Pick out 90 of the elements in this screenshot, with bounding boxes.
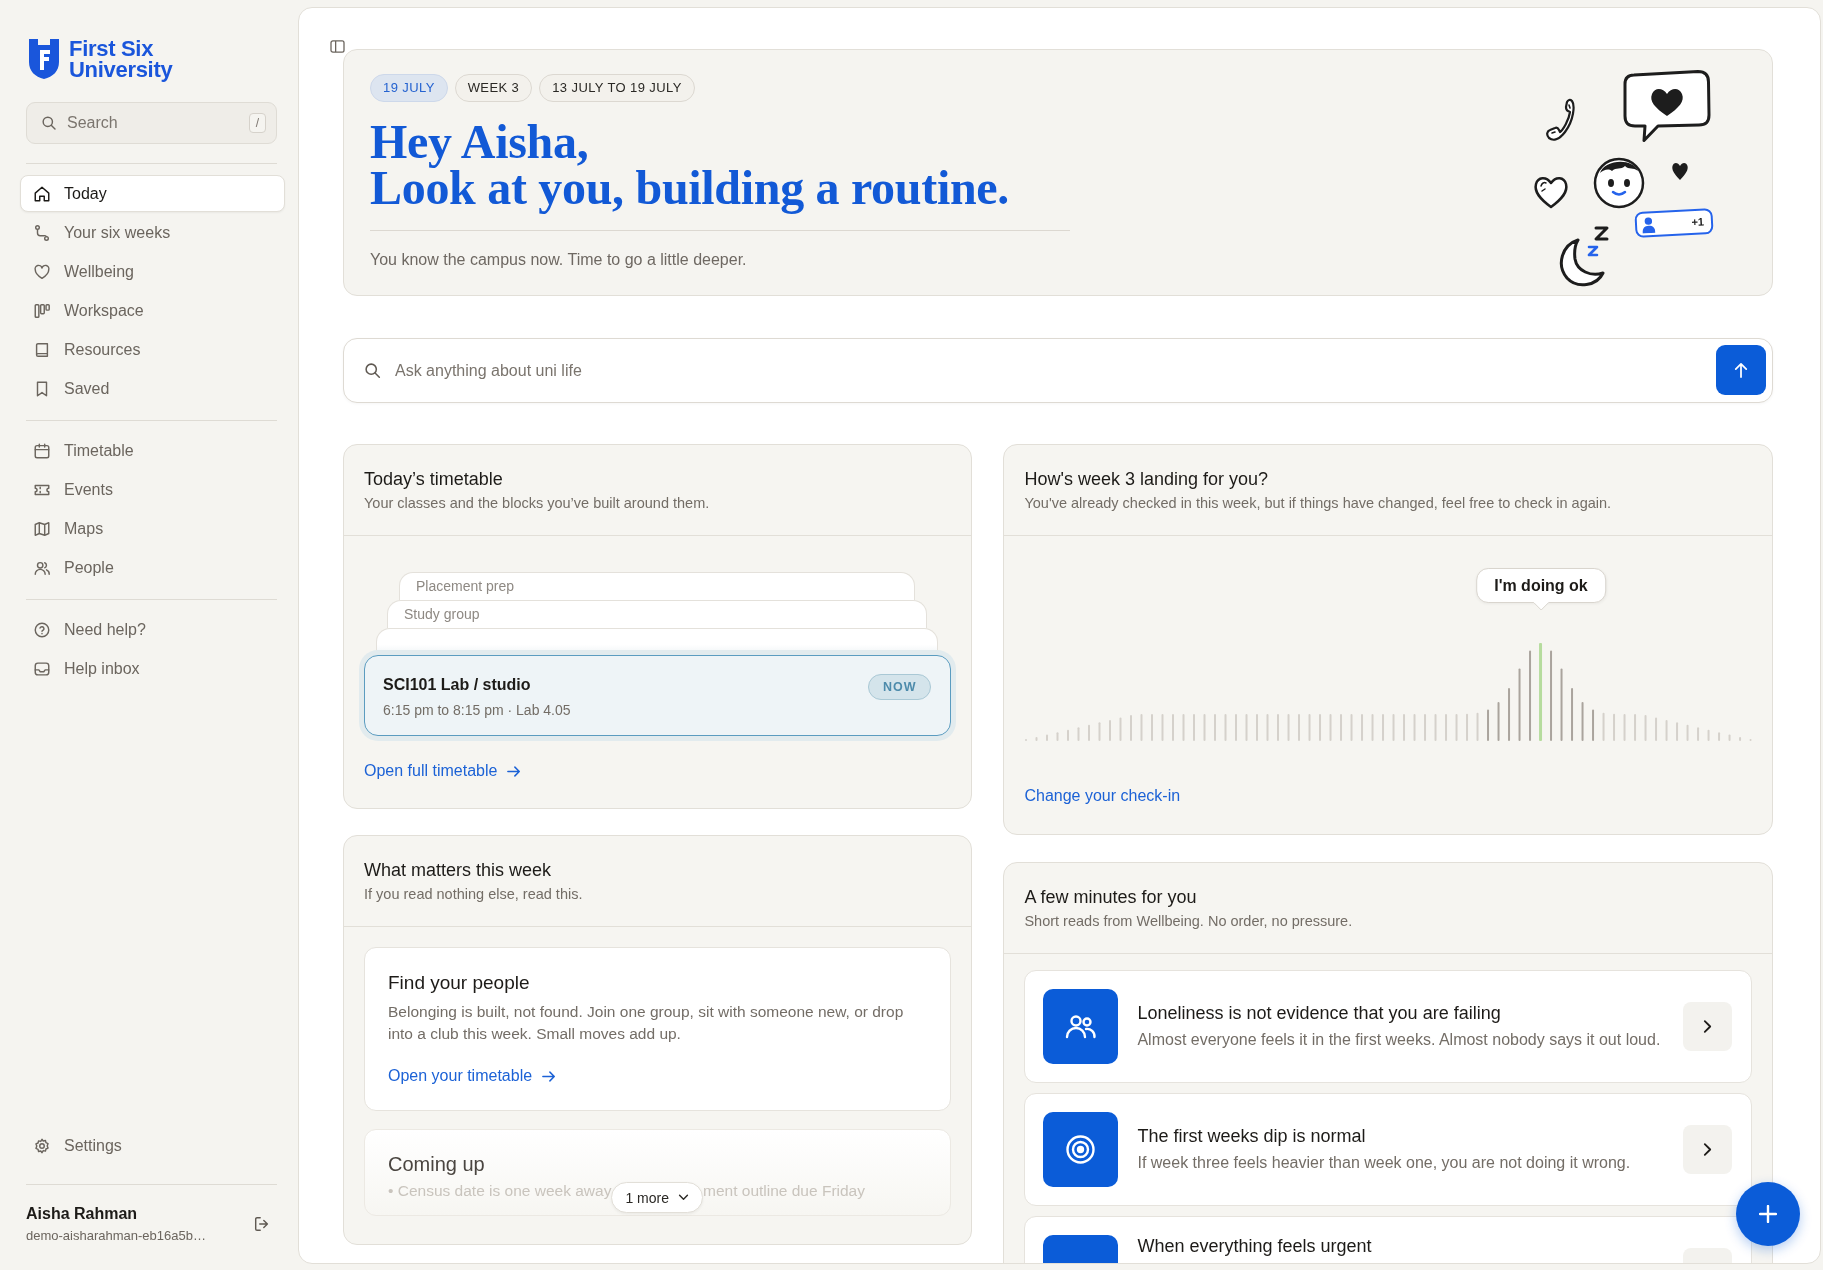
route-icon [33,223,51,242]
nav-item[interactable]: Workspace [20,292,285,329]
sticker-text: +1 [1691,214,1705,230]
mood-slider-track[interactable] [1024,641,1752,741]
card-subtitle: Your classes and the blocks you’ve built around them. [364,494,711,513]
card-subtitle: Short reads from Wellbeing. No order, no pressure. [1024,912,1354,931]
add-button[interactable] [1736,1182,1800,1246]
nav-item[interactable]: People [20,549,285,586]
shield-logo-icon [28,38,60,80]
stacked-event-card[interactable]: Placement prep [399,572,916,600]
nav-item[interactable]: Events [20,471,285,508]
user-email: demo-aisharahman-eb16a5b… [26,1227,206,1245]
inbox-icon [33,659,51,678]
arrow-right-icon [542,1070,557,1082]
mood-slider-thumb[interactable] [1539,643,1543,741]
calendar-icon [33,441,51,460]
coming-up-item: ment outline due Friday [703,1181,865,1201]
people-icon [1043,989,1119,1064]
stacked-event-card[interactable]: Study group [387,600,928,628]
article-title: Loneliness is not evidence that you are failing [1137,1002,1502,1025]
nav-item[interactable]: Maps [20,510,285,547]
card-title: What matters this week [364,859,553,882]
nav-item[interactable]: Today [20,175,285,212]
nav-item[interactable]: Help inbox [20,650,285,687]
open-your-timetable-link[interactable]: Open your timetable [388,1065,557,1087]
university-wordmark: First Six University [69,38,174,80]
nav-item[interactable]: Resources [20,331,285,368]
open-article-button[interactable] [1683,1002,1732,1051]
sidebar-toggle-icon[interactable] [330,40,345,53]
book-icon [33,340,51,359]
columns-icon [33,301,51,320]
ask-field[interactable]: Ask anything about uni life [343,338,1773,403]
open-timetable-link[interactable]: Open full timetable [364,760,522,782]
card-title: A few minutes for you [1024,886,1198,909]
chevron-down-icon [678,1194,689,1201]
plus-icon [1759,1205,1777,1223]
open-article-button[interactable] [1683,1125,1732,1174]
event-title: Study group [404,606,481,623]
send-button[interactable] [1716,345,1766,395]
tooltip-pointer-icon [1532,602,1549,610]
speech-bubble-heart-icon [1622,69,1712,143]
event-details: 6:15 pm to 8:15 pm · Lab 4.05 [383,701,571,720]
coming-up-title: Coming up [388,1152,486,1176]
chevron-right-icon [1703,1142,1712,1157]
article-card[interactable]: The first weeks dip is normal If week three feels heavier than week one, you are not doing it wrong. [1024,1093,1752,1206]
change-checkin-link[interactable]: Change your check-in [1024,785,1181,807]
map-icon [33,519,51,538]
heart-icon [33,262,51,281]
article-summary: Almost everyone feels it in the first weeks. Almost nobody says it out loud. [1137,1030,1662,1050]
hero-subtitle: You know the campus now. Time to go a little deeper. [370,250,748,270]
logout-icon[interactable] [253,1215,271,1233]
now-badge: NOW [867,674,932,700]
settings-link[interactable]: Settings [20,1127,285,1164]
article-card[interactable]: When everything feels urgent [1024,1216,1752,1263]
mood-tooltip: I'm doing ok [1476,568,1606,603]
article-title: When everything feels urgent [1137,1235,1373,1258]
phone-handset-icon [1545,97,1575,143]
target-icon [1043,1112,1119,1187]
card-title: Today’s timetable [364,468,504,491]
arrow-up-icon [1734,362,1748,378]
article-title: The first weeks dip is normal [1137,1125,1367,1148]
card-subtitle: You've already checked in this week, but if things have changed, feel free to check in again. [1024,494,1613,513]
nav-item[interactable]: Timetable [20,432,285,469]
coming-up-item: • Census date is one week away [388,1181,612,1201]
feature-title: Find your people [388,971,531,995]
chevron-right-icon [1703,1019,1712,1034]
home-icon [33,184,51,203]
small-heart-icon [1671,160,1689,181]
nav-item[interactable]: Need help? [20,611,285,648]
arrow-right-icon [507,765,522,777]
info-chip: 13 JULY TO 19 JULY [539,74,695,102]
event-title: Placement prep [416,578,516,595]
article-summary: If week three feels heavier than week one, you are not doing it wrong. [1137,1153,1632,1173]
article-card[interactable]: Loneliness is not evidence that you are failing Almost everyone feels it in the first weeks. Almost nobody says it out loud. [1024,970,1752,1083]
card-subtitle: If you read nothing else, read this. [364,885,584,904]
show-more-button[interactable]: 1 more [611,1182,703,1213]
event-title: SCI101 Lab / studio [383,675,532,695]
search-icon [41,115,57,131]
card-title: How's week 3 landing for you? [1024,468,1269,491]
nav-item[interactable]: Your six weeks [20,214,285,251]
settings-icon [33,1136,51,1155]
feature-body: Belonging is built, not found. Join one group, sit with someone new, or drop into a club this week. Small moves add up. [388,1002,905,1044]
search-icon [364,362,381,379]
info-chip: WEEK 3 [454,74,533,102]
nav-item[interactable]: Wellbeing [20,253,285,290]
person-icon [1641,215,1656,234]
info-chip: 19 JULY [370,74,448,102]
user-name: Aisha Rahman [26,1204,139,1224]
help-icon [33,620,51,639]
nav-item[interactable]: Saved [20,370,285,407]
